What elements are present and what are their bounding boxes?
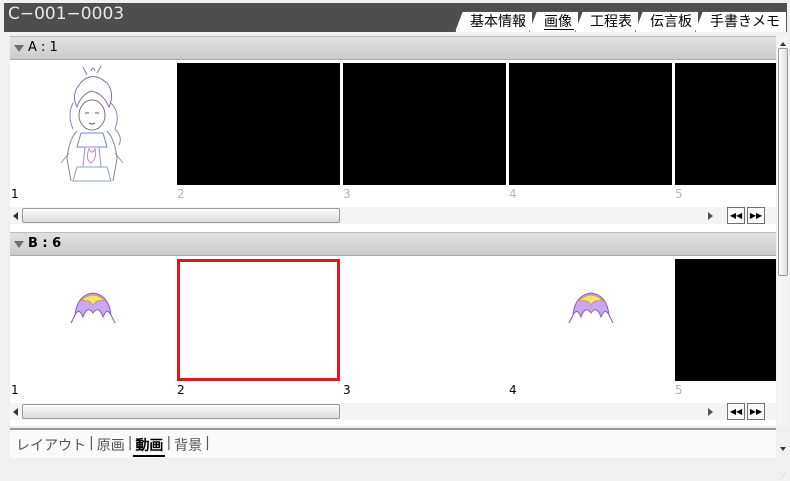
title-bar: C−001−0003 基本情報 画像 工程表 伝言板 手書きメモ [4, 3, 787, 32]
tab-schedule[interactable]: 工程表 [575, 11, 639, 32]
thumbnail-strip-b: 1 2 3 4 5 [10, 257, 776, 403]
collapse-triangle-icon[interactable] [14, 241, 24, 248]
scroll-left-icon[interactable] [13, 408, 18, 416]
frame-number: 1 [11, 187, 19, 201]
tab-bar: 基本情報 画像 工程表 伝言板 手書きメモ [455, 11, 787, 32]
thumbnail-item[interactable]: 2 [176, 61, 341, 207]
empty-frame-thumbnail[interactable] [675, 63, 776, 185]
app-window: C−001−0003 基本情報 画像 工程表 伝言板 手書きメモ A : 1 1… [0, 0, 790, 481]
section-header-a[interactable]: A : 1 [10, 36, 776, 60]
tab-handwritten-memo[interactable]: 手書きメモ [695, 11, 787, 32]
double-left-arrow-icon[interactable]: ◀◀ [727, 403, 745, 420]
thumbnail-item[interactable]: 4 [508, 61, 673, 207]
thumbnail-item[interactable]: 2 [176, 257, 341, 403]
empty-frame-thumbnail[interactable] [343, 63, 506, 185]
frame-number: 3 [343, 383, 351, 397]
empty-frame-thumbnail[interactable] [177, 63, 340, 185]
frame-number: 4 [509, 383, 517, 397]
tab-message-board[interactable]: 伝言板 [635, 11, 699, 32]
divider: | [127, 435, 133, 451]
thumbnail-item[interactable]: 3 [342, 257, 507, 403]
collapse-triangle-icon[interactable] [14, 45, 24, 52]
selected-frame-thumbnail[interactable] [177, 259, 340, 381]
subtab-in-between[interactable]: 動画 [133, 435, 166, 457]
tab-basic-info[interactable]: 基本情報 [455, 11, 533, 32]
scroll-down-icon[interactable] [780, 447, 786, 451]
tab-image[interactable]: 画像 [529, 11, 579, 32]
frame-number: 5 [675, 187, 683, 201]
section-label: B : 6 [28, 236, 62, 251]
resize-grip-icon[interactable]: ⋰ [780, 472, 787, 480]
subtab-key-animation[interactable]: 原画 [95, 435, 127, 457]
divider: | [89, 435, 94, 451]
scroll-thumb[interactable] [22, 208, 340, 223]
thumbnail-item[interactable]: 5 [674, 61, 776, 207]
frame-number: 2 [177, 383, 185, 397]
thumbnail-item[interactable]: 1 [10, 61, 175, 207]
thumbnail-item[interactable]: 4 [508, 257, 673, 403]
subtab-layout[interactable]: レイアウト [14, 435, 88, 457]
frame-number: 1 [11, 383, 19, 397]
empty-frame-thumbnail[interactable] [509, 63, 672, 185]
double-right-arrow-icon[interactable]: ▶▶ [747, 403, 765, 420]
hair-drawing-thumbnail[interactable] [11, 259, 174, 381]
thumbnail-strip-a: 1 2 3 4 5 [10, 61, 776, 207]
scroll-left-icon[interactable] [13, 212, 18, 220]
thumbnail-item[interactable]: 5 [674, 257, 776, 403]
divider: | [205, 435, 210, 451]
double-right-arrow-icon[interactable]: ▶▶ [747, 207, 765, 224]
frame-number: 3 [343, 187, 351, 201]
section-header-b[interactable]: B : 6 [10, 232, 776, 256]
cut-title: C−001−0003 [8, 4, 125, 24]
vertical-scrollbar[interactable] [777, 36, 789, 451]
thumbnail-item[interactable]: 1 [10, 257, 175, 403]
horizontal-scrollbar-b[interactable]: ◀◀ ▶▶ [10, 403, 776, 420]
thumbnail-item[interactable]: 3 [342, 61, 507, 207]
subtab-background[interactable]: 背景 [172, 435, 204, 457]
section-label: A : 1 [28, 40, 58, 55]
sub-tab-bar: レイアウト | 原画 | 動画 | 背景 | [10, 428, 776, 458]
scroll-right-icon[interactable] [708, 212, 713, 220]
image-panel: A : 1 1 2 3 4 5 ◀◀ ▶▶ B: 6 1 2 3 4 5 ◀◀… [10, 36, 776, 426]
empty-frame-thumbnail[interactable] [675, 259, 776, 381]
character-drawing-thumbnail[interactable] [11, 63, 174, 185]
divider: | [166, 435, 172, 451]
scroll-right-icon[interactable] [708, 408, 713, 416]
frame-number: 2 [177, 187, 185, 201]
blank-frame-thumbnail[interactable] [343, 259, 506, 381]
hair-drawing-thumbnail[interactable] [509, 259, 672, 381]
scroll-thumb[interactable] [22, 404, 340, 419]
scroll-thumb[interactable] [778, 48, 788, 276]
frame-number: 4 [509, 187, 517, 201]
scroll-up-icon[interactable] [780, 42, 786, 46]
frame-number: 5 [675, 383, 683, 397]
double-left-arrow-icon[interactable]: ◀◀ [727, 207, 745, 224]
horizontal-scrollbar-a[interactable]: ◀◀ ▶▶ [10, 207, 776, 224]
